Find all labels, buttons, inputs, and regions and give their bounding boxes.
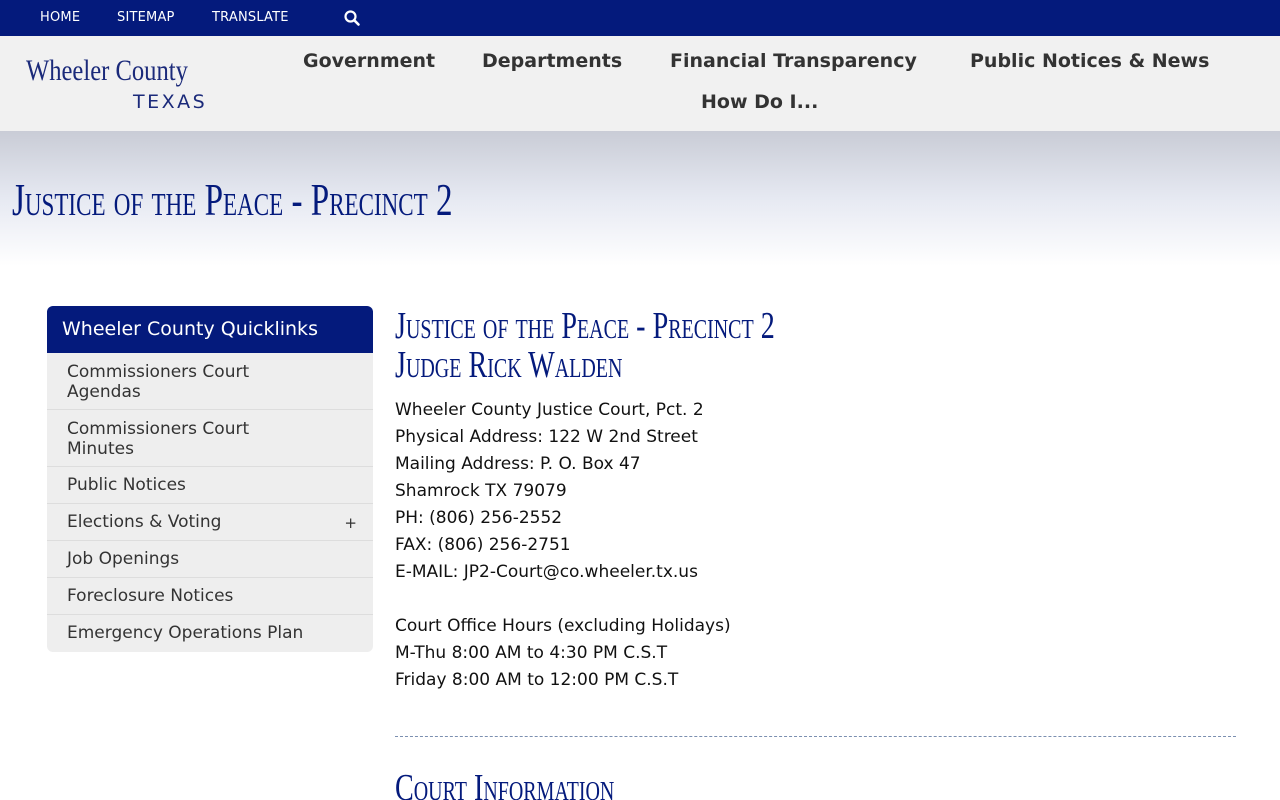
logo-subtitle: TEXAS	[133, 91, 208, 113]
hours-line: Court Office Hours (excluding Holidays)	[395, 616, 731, 636]
site-header: Wheeler County TEXAS Government Departme…	[0, 36, 1280, 131]
sidebar-item-label: Job Openings	[67, 549, 180, 569]
sidebar-item-label: Public Notices	[67, 475, 186, 495]
sidebar-item-public-notices[interactable]: Public Notices	[47, 467, 373, 504]
translate-link[interactable]: TRANSLATE	[212, 10, 289, 25]
wheeler-county-logo[interactable]: Wheeler County TEXAS	[26, 54, 226, 114]
sidebar-item-commissioners-court-agendas[interactable]: Commissioners Court Agendas	[47, 353, 373, 410]
court-information-heading: Court Information	[395, 767, 615, 800]
contact-email[interactable]: E-MAIL: JP2-Court@co.wheeler.tx.us	[395, 559, 731, 586]
sidebar-item-label: Commissioners Court Minutes	[67, 419, 250, 459]
nav-how-do-i[interactable]: How Do I...	[701, 91, 818, 113]
sidebar-item-elections-voting[interactable]: Elections & Voting +	[47, 504, 373, 541]
sidebar-item-label: Commissioners Court Agendas	[67, 362, 250, 402]
sidebar-item-job-openings[interactable]: Job Openings	[47, 541, 373, 578]
content-title: Justice of the Peace - Precinct 2	[395, 305, 775, 347]
contact-line: Mailing Address: P. O. Box 47	[395, 454, 641, 474]
hours-line: Friday 8:00 AM to 12:00 PM C.S.T	[395, 670, 679, 690]
contact-line: Physical Address: 122 W 2nd Street	[395, 427, 698, 447]
contact-line: Shamrock TX 79079	[395, 481, 567, 501]
nav-public-notices-news[interactable]: Public Notices & News	[970, 50, 1209, 72]
contact-line: PH: (806) 256-2552	[395, 508, 563, 528]
nav-departments[interactable]: Departments	[482, 50, 622, 72]
sidebar-list: Commissioners Court Agendas Commissioner…	[47, 353, 373, 652]
sidebar-item-emergency-operations-plan[interactable]: Emergency Operations Plan	[47, 615, 373, 652]
sidebar-item-label: Emergency Operations Plan	[67, 623, 304, 643]
top-utility-bar: HOME SITEMAP TRANSLATE	[0, 0, 1280, 36]
sidebar-item-foreclosure-notices[interactable]: Foreclosure Notices	[47, 578, 373, 615]
hours-line: M-Thu 8:00 AM to 4:30 PM C.S.T	[395, 643, 668, 663]
contact-line: Wheeler County Justice Court, Pct. 2	[395, 400, 704, 420]
judge-name: Judge Rick Walden	[395, 344, 623, 386]
contact-block: Wheeler County Justice Court, Pct. 2 Phy…	[395, 397, 731, 694]
page-title: Justice of the Peace - Precinct 2	[12, 174, 453, 225]
nav-government[interactable]: Government	[303, 50, 435, 72]
sidebar-item-label: Elections & Voting	[67, 512, 222, 532]
home-link[interactable]: HOME	[40, 10, 80, 25]
sidebar-item-commissioners-court-minutes[interactable]: Commissioners Court Minutes	[47, 410, 373, 467]
nav-financial-transparency[interactable]: Financial Transparency	[670, 50, 917, 72]
sitemap-link[interactable]: SITEMAP	[117, 10, 175, 25]
quicklinks-sidebar: Wheeler County Quicklinks Commissioners …	[47, 306, 373, 652]
contact-line: FAX: (806) 256-2751	[395, 535, 571, 555]
expand-plus-icon[interactable]: +	[344, 513, 357, 533]
section-divider	[395, 736, 1236, 737]
logo-title: Wheeler County	[26, 54, 188, 87]
search-icon[interactable]	[343, 9, 361, 27]
sidebar-item-label: Foreclosure Notices	[67, 586, 234, 606]
sidebar-heading: Wheeler County Quicklinks	[47, 306, 373, 353]
